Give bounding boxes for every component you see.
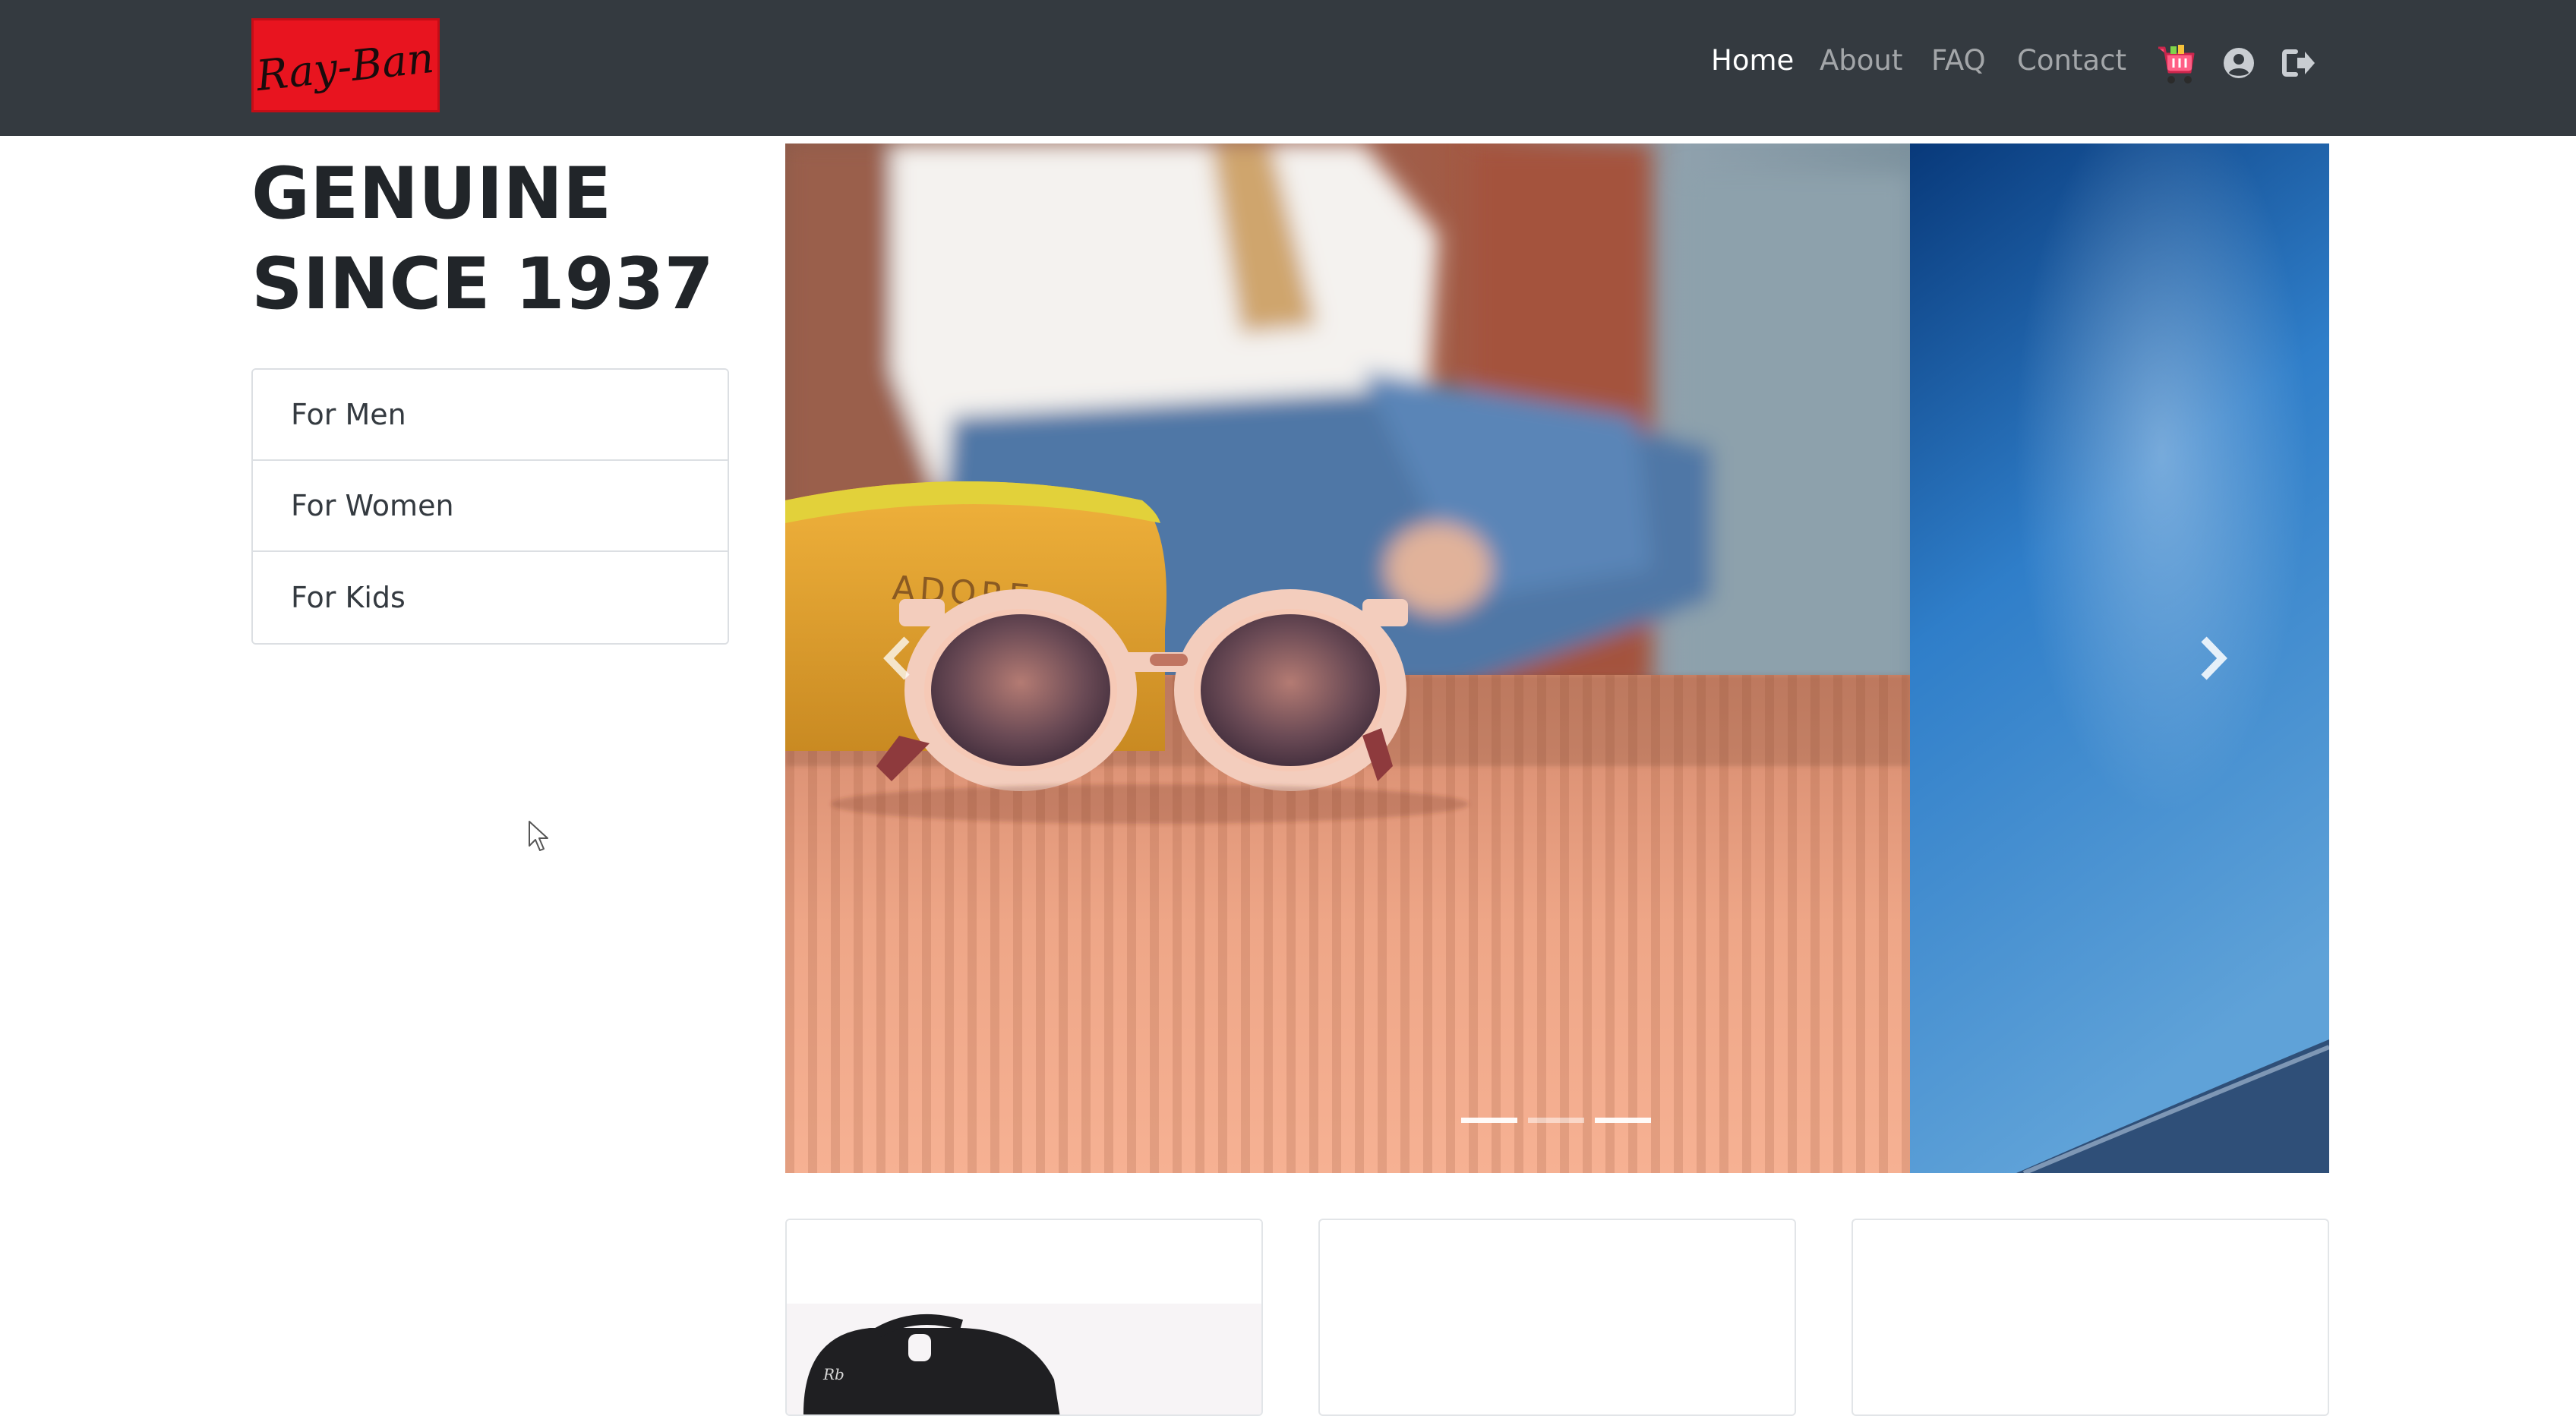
nav-link-about[interactable]: About [1820, 44, 1902, 77]
hero-carousel: ADORE [785, 143, 2329, 1173]
category-item-kids[interactable]: For Kids [253, 552, 728, 643]
category-item-women[interactable]: For Women [253, 461, 728, 552]
page-title: GENUINE SINCE 1937 [251, 149, 737, 330]
carousel-slide-sky [1910, 143, 2329, 1173]
cart-icon[interactable] [2155, 43, 2196, 87]
product-image-placeholder [1853, 1220, 2328, 1414]
user-circle-icon[interactable] [2223, 47, 2255, 79]
category-item-men[interactable]: For Men [253, 370, 728, 461]
product-image-sunglasses: Rb [787, 1220, 1261, 1414]
svg-text:Rb: Rb [822, 1365, 844, 1383]
product-image-placeholder [1320, 1220, 1795, 1414]
carousel-indicator-3[interactable] [1595, 1118, 1651, 1123]
product-card-3[interactable] [1852, 1219, 2329, 1416]
product-card-1[interactable]: Rb [785, 1219, 1263, 1416]
tagline-line-2: SINCE 1937 [251, 243, 714, 326]
carousel-indicator-2[interactable] [1528, 1118, 1584, 1123]
carousel-slide-sunglasses: ADORE [785, 143, 1910, 1173]
navbar: Ray-Ban Home About FAQ Contact [0, 0, 2576, 136]
carousel-indicators [1461, 1118, 1651, 1123]
mouse-pointer-icon [528, 820, 551, 852]
carousel-indicator-1[interactable] [1461, 1118, 1517, 1123]
nav-link-faq[interactable]: FAQ [1931, 44, 1986, 77]
sign-out-icon[interactable] [2282, 47, 2316, 79]
tagline-line-1: GENUINE [251, 153, 612, 235]
nav-links: Home About FAQ Contact [0, 0, 2576, 136]
carousel-prev-button[interactable] [881, 635, 914, 682]
category-list: For Men For Women For Kids [251, 368, 729, 645]
nav-link-contact[interactable]: Contact [2017, 44, 2126, 77]
carousel-next-button[interactable] [2196, 635, 2230, 682]
product-card-2[interactable] [1318, 1219, 1796, 1416]
nav-link-home[interactable]: Home [1711, 44, 1794, 77]
